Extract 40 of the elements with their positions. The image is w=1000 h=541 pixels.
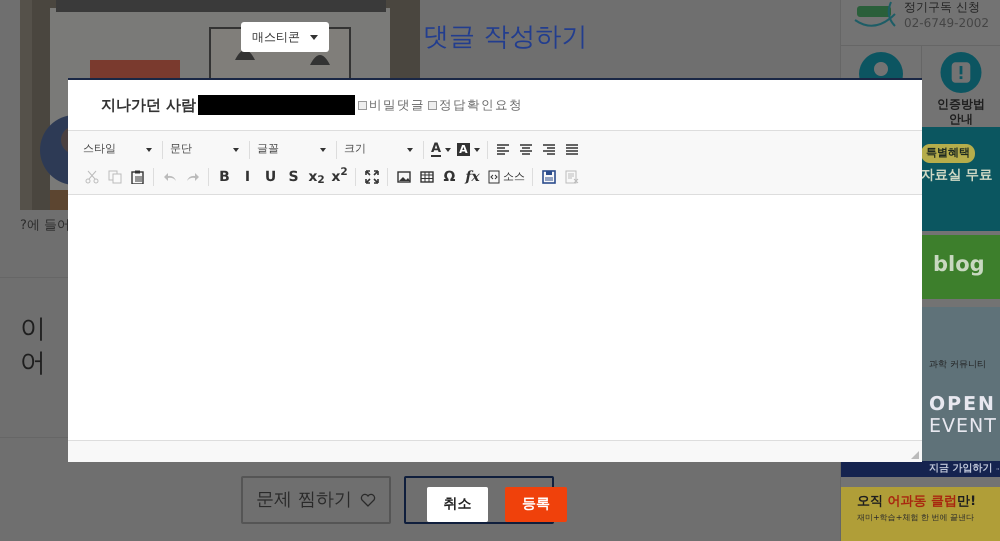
- text-color-button[interactable]: A: [428, 138, 454, 160]
- caret-icon: [310, 34, 318, 40]
- emoticon-dropdown[interactable]: 매스티콘: [241, 22, 329, 52]
- source-button[interactable]: 소스: [484, 166, 528, 188]
- submit-button[interactable]: 등록: [505, 487, 567, 522]
- toolbar-dropdown[interactable]: 문단: [167, 138, 245, 160]
- toolbar-dropdown[interactable]: 크기: [341, 138, 419, 160]
- club-headline: 오직 어과동 클럽만!: [857, 493, 977, 511]
- toolbar-button[interactable]: Ω: [438, 166, 461, 188]
- toolbar-dropdown[interactable]: 스타일: [80, 138, 158, 160]
- toolbar-button[interactable]: x$_{2}$: [305, 166, 328, 188]
- benefit-tag: 특별혜택: [921, 144, 975, 162]
- event-subtitle: EVENT: [929, 414, 998, 436]
- toolbar-button[interactable]: B: [213, 166, 236, 188]
- toolbar-button[interactable]: S: [282, 166, 305, 188]
- heart-icon: [360, 492, 376, 506]
- heading: 댓글 작성하기: [423, 21, 588, 54]
- promo-text: 자료실 무료: [921, 166, 994, 185]
- event-tagline: 과학 커뮤니티: [929, 359, 987, 372]
- background-color-button[interactable]: A: [454, 138, 483, 160]
- toolbar-button[interactable]: U: [259, 166, 282, 188]
- cancel-button[interactable]: 취소: [427, 487, 488, 522]
- join-bar[interactable]: 지금 가입하기: [841, 461, 1000, 477]
- caption: ?에 들어: [20, 217, 72, 235]
- question-text: 이: [19, 312, 47, 346]
- source-icon: [487, 170, 501, 184]
- author-name: 지나가던 사람: [101, 94, 196, 116]
- toolbar-button[interactable]: I: [236, 166, 259, 188]
- toolbar-dropdown[interactable]: 글꼴: [254, 138, 332, 160]
- toolbar-button[interactable]: fx: [461, 166, 484, 188]
- club-banner[interactable]: 오직 어과동 클럽만! 재미+학습+체험 한 번에 끝낸다: [841, 487, 1000, 541]
- join-link[interactable]: 지금 가입하기: [929, 462, 992, 476]
- toolbar-button[interactable]: x$^{2}$: [328, 166, 351, 188]
- resize-handle-icon[interactable]: [911, 451, 919, 459]
- club-tagline: 재미+학습+체험 한 번에 끝낸다: [857, 512, 976, 524]
- option-checkbox[interactable]: 비밀댓글: [358, 96, 426, 114]
- event-title: OPEN: [929, 392, 997, 414]
- option-checkbox[interactable]: 정답확인요청: [428, 96, 524, 114]
- question-text: 어: [19, 346, 47, 380]
- verification-guide-link[interactable]: 인증방법 안내: [936, 97, 985, 127]
